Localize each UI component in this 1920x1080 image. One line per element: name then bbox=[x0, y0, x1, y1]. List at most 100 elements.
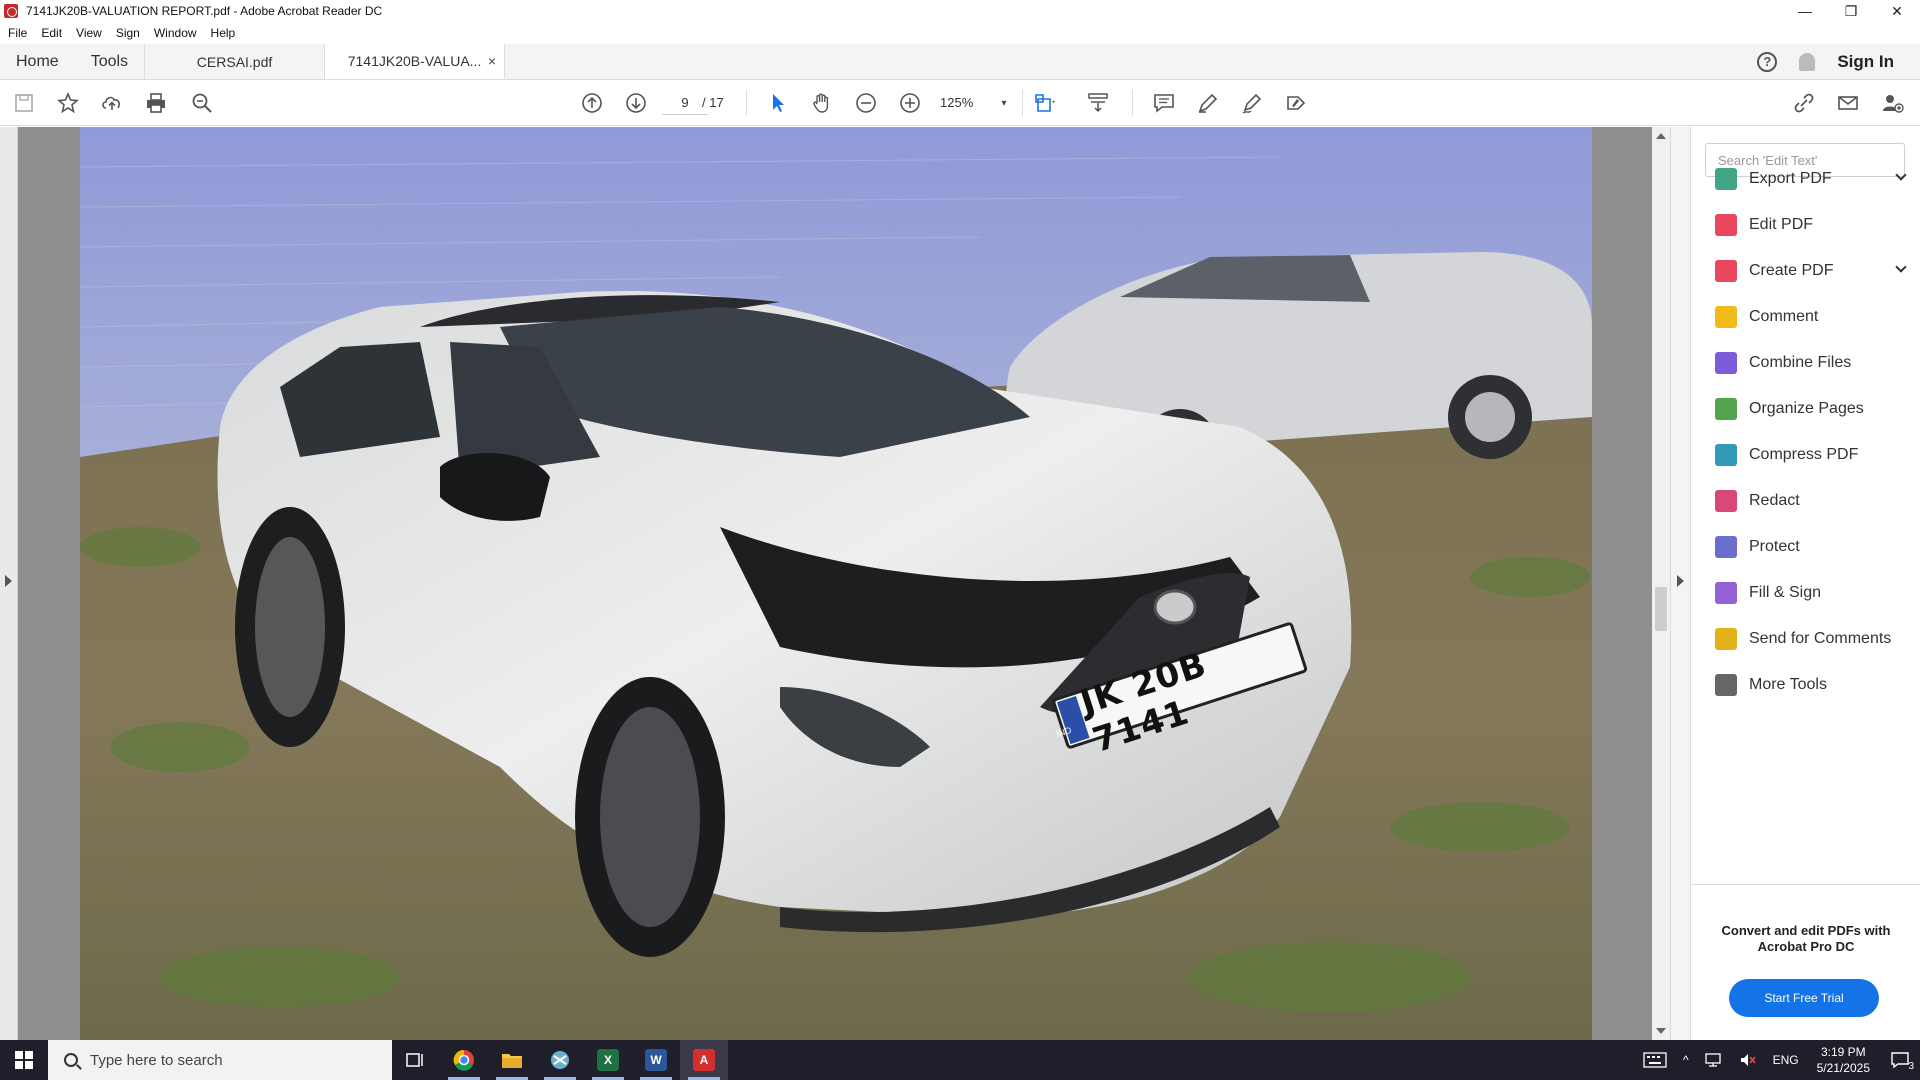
chevron-down-icon[interactable] bbox=[1895, 261, 1907, 273]
zoom-in-icon[interactable] bbox=[898, 91, 922, 115]
tool-comment[interactable]: Comment bbox=[1715, 303, 1905, 331]
tool-protect[interactable]: Protect bbox=[1715, 533, 1905, 561]
collapse-tools-panel-icon[interactable] bbox=[1677, 575, 1684, 587]
tab-bar: Home Tools CERSAI.pdf 7141JK20B-VALUA...… bbox=[0, 44, 1920, 80]
acrobat-taskbar-icon[interactable]: A bbox=[680, 1040, 728, 1080]
tool-edit-pdf[interactable]: Edit PDF bbox=[1715, 211, 1905, 239]
notification-bell-icon[interactable] bbox=[1799, 52, 1816, 71]
network-icon[interactable] bbox=[1704, 1052, 1723, 1068]
tab-document-valuation-report[interactable]: 7141JK20B-VALUA... × bbox=[325, 44, 506, 79]
start-free-trial-button[interactable]: Start Free Trial bbox=[1729, 979, 1879, 1017]
tool-label: Fill & Sign bbox=[1749, 584, 1822, 601]
help-icon[interactable]: ? bbox=[1757, 51, 1778, 72]
system-tray: ^ ENG 3:19 PM 5/21/2025 3 bbox=[1635, 1040, 1920, 1080]
tool-send-for-comments[interactable]: Send for Comments bbox=[1715, 625, 1905, 653]
task-view-icon[interactable] bbox=[392, 1040, 440, 1080]
bookmark-star-icon[interactable] bbox=[56, 91, 80, 115]
clock-date: 5/21/2025 bbox=[1816, 1061, 1870, 1075]
chevron-down-icon[interactable] bbox=[1895, 169, 1907, 181]
scroll-up-arrow-icon[interactable] bbox=[1656, 133, 1666, 139]
restore-button[interactable]: ❐ bbox=[1828, 0, 1874, 22]
zoom-dropdown-chevron-icon[interactable]: ▾ bbox=[992, 91, 1016, 115]
windows-start-button[interactable] bbox=[0, 1040, 48, 1080]
upload-cloud-icon[interactable] bbox=[100, 91, 124, 115]
add-comment-icon[interactable] bbox=[1152, 91, 1176, 115]
tool-export-pdf[interactable]: Export PDF bbox=[1715, 165, 1907, 193]
close-tab-icon[interactable]: × bbox=[488, 53, 496, 69]
taskbar-search-box[interactable]: Type here to search bbox=[48, 1040, 392, 1080]
print-icon[interactable] bbox=[144, 91, 168, 115]
volume-muted-icon[interactable] bbox=[1739, 1052, 1757, 1068]
tool-label: Send for Comments bbox=[1749, 630, 1892, 647]
tool-label: Redact bbox=[1749, 492, 1800, 509]
sign-in-button[interactable]: Sign In bbox=[1837, 52, 1894, 72]
fill-sign-icon bbox=[1715, 582, 1737, 604]
tool-label: Compress PDF bbox=[1749, 446, 1859, 463]
menu-window[interactable]: Window bbox=[154, 26, 197, 40]
toolbar-divider bbox=[746, 90, 747, 116]
taskbar-search-placeholder: Type here to search bbox=[90, 1051, 223, 1069]
promo-text: Convert and edit PDFs with Acrobat Pro D… bbox=[1721, 923, 1891, 954]
tab-tools[interactable]: Tools bbox=[75, 44, 144, 79]
tools-panel-toggle[interactable] bbox=[1670, 127, 1690, 1040]
vertical-scrollbar[interactable] bbox=[1652, 127, 1670, 1040]
menu-edit[interactable]: Edit bbox=[41, 26, 62, 40]
windows-taskbar: Type here to search X W A ^ ENG 3:19 PM … bbox=[0, 1040, 1920, 1080]
chrome-app-icon[interactable] bbox=[440, 1040, 488, 1080]
word-app-icon[interactable]: W bbox=[632, 1040, 680, 1080]
menu-help[interactable]: Help bbox=[211, 26, 236, 40]
export-pdf-icon bbox=[1715, 168, 1737, 190]
compress-pdf-icon bbox=[1715, 444, 1737, 466]
fit-page-icon[interactable] bbox=[1032, 91, 1056, 115]
next-page-icon[interactable] bbox=[624, 91, 648, 115]
edit-pdf-icon bbox=[1715, 214, 1737, 236]
excel-app-icon[interactable]: X bbox=[584, 1040, 632, 1080]
scrollbar-thumb[interactable] bbox=[1655, 587, 1667, 631]
select-cursor-icon[interactable] bbox=[766, 91, 790, 115]
tab-home[interactable]: Home bbox=[0, 44, 75, 79]
hand-tool-icon[interactable] bbox=[810, 91, 834, 115]
previous-page-icon[interactable] bbox=[580, 91, 604, 115]
tool-label: Export PDF bbox=[1749, 170, 1832, 187]
redact-icon bbox=[1715, 490, 1737, 512]
snipping-tool-icon[interactable] bbox=[536, 1040, 584, 1080]
tab-document-cersai[interactable]: CERSAI.pdf bbox=[145, 44, 326, 79]
highlight-pen-icon[interactable] bbox=[1196, 91, 1220, 115]
share-link-icon[interactable] bbox=[1792, 91, 1816, 115]
keyboard-icon[interactable] bbox=[1643, 1052, 1667, 1068]
scroll-down-arrow-icon[interactable] bbox=[1656, 1028, 1666, 1034]
acrobat-app-icon bbox=[4, 4, 18, 18]
menu-sign[interactable]: Sign bbox=[116, 26, 140, 40]
tool-organize-pages[interactable]: Organize Pages bbox=[1715, 395, 1905, 423]
zoom-out-icon[interactable] bbox=[854, 91, 878, 115]
tool-redact[interactable]: Redact bbox=[1715, 487, 1905, 515]
search-zoom-icon[interactable] bbox=[190, 91, 214, 115]
close-window-button[interactable]: ✕ bbox=[1874, 0, 1920, 22]
title-bar: 7141JK20B-VALUATION REPORT.pdf - Adobe A… bbox=[0, 0, 1920, 22]
toolbar-divider bbox=[1132, 90, 1133, 116]
menu-file[interactable]: File bbox=[8, 26, 27, 40]
language-indicator[interactable]: ENG bbox=[1773, 1053, 1799, 1067]
sign-pen-icon[interactable] bbox=[1240, 91, 1264, 115]
email-icon[interactable] bbox=[1836, 91, 1860, 115]
scroll-mode-icon[interactable] bbox=[1086, 91, 1110, 115]
notification-count: 3 bbox=[1908, 1061, 1914, 1072]
minimize-button[interactable]: — bbox=[1782, 0, 1828, 22]
tool-fill-sign[interactable]: Fill & Sign bbox=[1715, 579, 1905, 607]
left-panel-toggle[interactable] bbox=[0, 127, 18, 1040]
redact-tag-icon[interactable] bbox=[1284, 91, 1308, 115]
expand-left-panel-icon[interactable] bbox=[5, 575, 12, 587]
action-center-icon[interactable]: 3 bbox=[1880, 1040, 1920, 1080]
tool-combine-files[interactable]: Combine Files bbox=[1715, 349, 1905, 377]
menu-view[interactable]: View bbox=[76, 26, 102, 40]
tool-label: Create PDF bbox=[1749, 262, 1834, 279]
tool-create-pdf[interactable]: Create PDF bbox=[1715, 257, 1907, 285]
tool-compress-pdf[interactable]: Compress PDF bbox=[1715, 441, 1905, 469]
add-user-icon[interactable] bbox=[1880, 91, 1904, 115]
show-hidden-icons-caret[interactable]: ^ bbox=[1683, 1053, 1689, 1067]
comment-icon bbox=[1715, 306, 1737, 328]
system-clock[interactable]: 3:19 PM 5/21/2025 bbox=[1817, 1044, 1870, 1076]
file-explorer-icon[interactable] bbox=[488, 1040, 536, 1080]
tool-more-tools[interactable]: More Tools bbox=[1715, 671, 1905, 699]
save-icon[interactable] bbox=[12, 91, 36, 115]
